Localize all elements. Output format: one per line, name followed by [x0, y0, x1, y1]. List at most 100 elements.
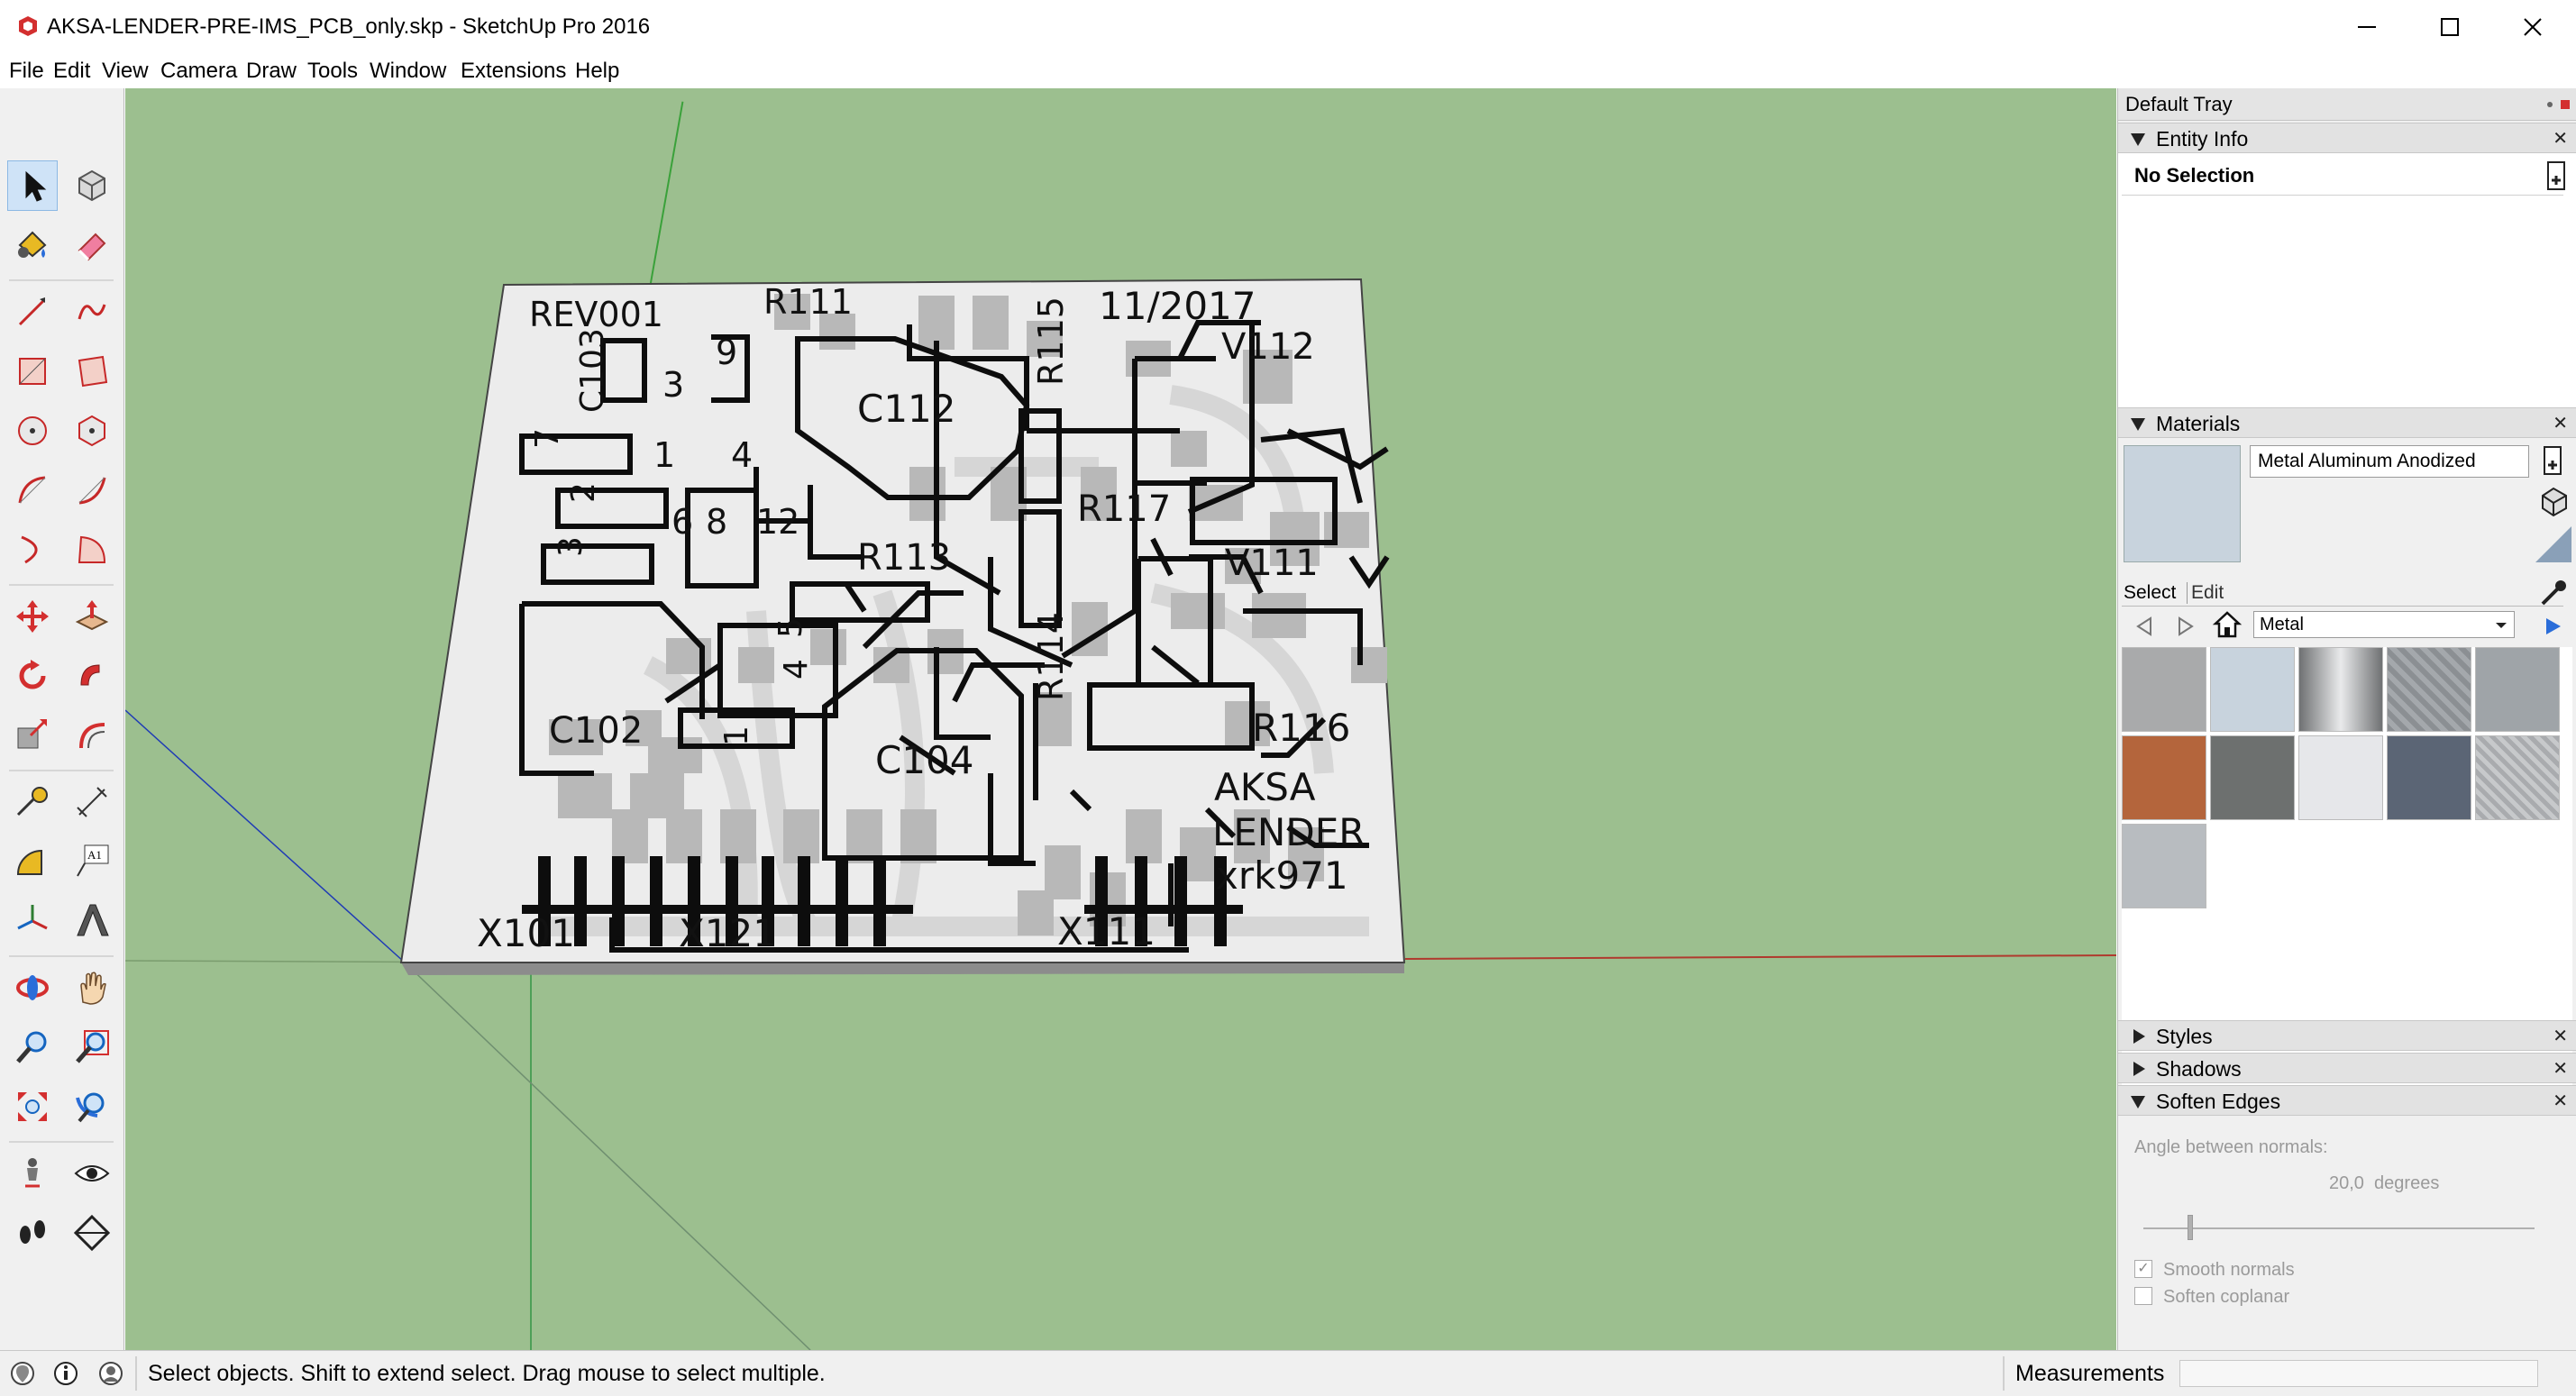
orbit-tool[interactable] — [7, 963, 58, 1013]
pcb-label-c112: C112 — [857, 387, 956, 431]
make-component-tool[interactable] — [67, 160, 117, 211]
rotate-tool[interactable] — [7, 651, 58, 701]
push-pull-icon — [75, 600, 109, 631]
close-icon[interactable]: ✕ — [2553, 1090, 2568, 1112]
pie-tool[interactable] — [67, 525, 117, 575]
maximize-button[interactable] — [2408, 0, 2491, 54]
position-camera-tool[interactable] — [7, 1148, 58, 1199]
material-swatch[interactable] — [2122, 735, 2206, 820]
move-tool[interactable] — [7, 591, 58, 642]
offset-tool[interactable] — [67, 710, 117, 761]
material-swatch[interactable] — [2298, 735, 2383, 820]
menu-camera[interactable]: Camera — [160, 58, 237, 85]
rectangle-tool[interactable] — [7, 346, 58, 397]
materials-tab-select[interactable]: Select — [2124, 582, 2176, 604]
material-swatch[interactable] — [2210, 735, 2295, 820]
material-preview-swatch[interactable] — [2124, 445, 2241, 562]
geo-location-icon[interactable] — [9, 1360, 36, 1387]
zoom-tool[interactable] — [7, 1022, 58, 1072]
pan-tool[interactable] — [67, 963, 117, 1013]
eyedropper-icon[interactable] — [2539, 577, 2570, 607]
freehand-tool[interactable] — [67, 287, 117, 337]
angle-slider-thumb[interactable] — [2188, 1215, 2194, 1240]
smooth-normals-checkbox[interactable]: ✓ — [2134, 1260, 2152, 1278]
close-icon[interactable]: ✕ — [2553, 1025, 2568, 1047]
close-icon[interactable]: ✕ — [2553, 412, 2568, 434]
menu-bar: File Edit View Camera Draw Tools Window … — [0, 54, 2576, 88]
close-button[interactable] — [2491, 0, 2574, 54]
protractor-tool[interactable] — [7, 836, 58, 887]
menu-tools[interactable]: Tools — [307, 58, 358, 85]
home-icon[interactable] — [2212, 609, 2243, 640]
material-swatch[interactable] — [2122, 824, 2206, 908]
look-around-tool[interactable] — [67, 1148, 117, 1199]
close-icon[interactable]: ✕ — [2553, 1057, 2568, 1080]
arc-tool[interactable] — [7, 465, 58, 516]
pcb-label-v111: V111 — [1225, 543, 1319, 584]
previous-view-tool[interactable] — [67, 1081, 117, 1132]
menu-view[interactable]: View — [102, 58, 149, 85]
menu-window[interactable]: Window — [370, 58, 446, 85]
menu-edit[interactable]: Edit — [53, 58, 90, 85]
select-tool[interactable] — [7, 160, 58, 211]
pcb-label-x101: X101 — [477, 911, 575, 955]
line-tool[interactable] — [7, 287, 58, 337]
user-account-icon[interactable] — [97, 1360, 124, 1387]
menu-help[interactable]: Help — [575, 58, 619, 85]
details-arrow-icon[interactable] — [2541, 613, 2568, 640]
forward-arrow-icon[interactable] — [2172, 613, 2199, 640]
eraser-tool[interactable] — [67, 220, 117, 270]
material-swatch[interactable] — [2475, 647, 2560, 732]
material-swatch[interactable] — [2210, 647, 2295, 732]
polygon-tool[interactable] — [67, 406, 117, 456]
menu-file[interactable]: File — [9, 58, 44, 85]
material-swatch[interactable] — [2387, 735, 2471, 820]
materials-header[interactable]: Materials ✕ — [2118, 407, 2576, 438]
material-name-field[interactable]: Metal Aluminum Anodized — [2250, 445, 2529, 478]
3d-text-tool[interactable] — [67, 896, 117, 946]
material-swatch[interactable] — [2298, 647, 2383, 732]
tape-measure-tool[interactable] — [7, 777, 58, 827]
soften-coplanar-checkbox[interactable] — [2134, 1287, 2152, 1305]
pcb-label-8: 8 — [706, 502, 727, 542]
circle-tool[interactable] — [7, 406, 58, 456]
measurements-input[interactable] — [2179, 1360, 2538, 1387]
three-point-arc-tool[interactable] — [7, 525, 58, 575]
close-icon[interactable]: ✕ — [2553, 127, 2568, 150]
follow-me-tool[interactable] — [67, 651, 117, 701]
materials-tab-edit[interactable]: Edit — [2187, 582, 2224, 604]
default-material-icon[interactable] — [2537, 485, 2570, 517]
tray-pin-icon[interactable] — [2544, 97, 2571, 112]
section-plane-tool[interactable] — [67, 1208, 117, 1258]
pcb-label-7: 7 — [529, 428, 566, 449]
shadows-header[interactable]: Shadows ✕ — [2118, 1053, 2576, 1083]
model-viewport[interactable]: REV001 R111 11/2017 R115 V112 C103 9 3 C… — [125, 88, 2116, 1350]
axes-tool[interactable] — [7, 896, 58, 946]
entity-detail-toggle-icon[interactable] — [2546, 160, 2566, 191]
menu-extensions[interactable]: Extensions — [461, 58, 566, 85]
zoom-window-tool[interactable] — [67, 1022, 117, 1072]
zoom-extents-tool[interactable] — [7, 1081, 58, 1132]
walk-tool[interactable] — [7, 1208, 58, 1258]
paint-bucket-tool[interactable] — [7, 220, 58, 270]
rotated-rectangle-tool[interactable] — [67, 346, 117, 397]
push-pull-tool[interactable] — [67, 591, 117, 642]
entity-info-header[interactable]: Entity Info ✕ — [2118, 123, 2576, 153]
menu-draw[interactable]: Draw — [246, 58, 297, 85]
back-arrow-icon[interactable] — [2131, 613, 2158, 640]
dimension-tool[interactable] — [67, 777, 117, 827]
two-point-arc-tool[interactable] — [67, 465, 117, 516]
material-swatch[interactable] — [2122, 647, 2206, 732]
soften-edges-header[interactable]: Soften Edges ✕ — [2118, 1085, 2576, 1116]
expand-triangle-icon — [2131, 418, 2145, 431]
credits-icon[interactable] — [52, 1360, 79, 1387]
create-material-icon[interactable] — [2543, 445, 2566, 476]
styles-header[interactable]: Styles ✕ — [2118, 1020, 2576, 1051]
material-swatch[interactable] — [2387, 647, 2471, 732]
text-tool[interactable]: A1 — [67, 836, 117, 887]
angle-slider-track[interactable] — [2143, 1227, 2535, 1229]
scale-tool[interactable] — [7, 710, 58, 761]
minimize-button[interactable] — [2325, 0, 2408, 54]
material-library-select[interactable]: Metal — [2253, 611, 2515, 638]
material-swatch[interactable] — [2475, 735, 2560, 820]
